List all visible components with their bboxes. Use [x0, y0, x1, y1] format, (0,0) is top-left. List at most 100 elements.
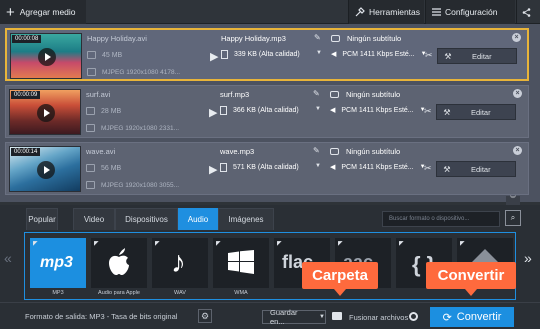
- mp3-logo-icon: mp3: [40, 254, 73, 271]
- collapse-panel-icon[interactable]: ︾: [506, 196, 520, 205]
- edit-label: Editar: [471, 164, 491, 174]
- output-size-value: 366 KB (Alta calidad): [233, 107, 299, 114]
- edit-button[interactable]: ⚒ Editar: [436, 104, 516, 120]
- scissors-icon[interactable]: ✂: [425, 50, 433, 61]
- subtitle-selector[interactable]: Ningún subtítulo: [330, 90, 400, 99]
- chevron-down-icon[interactable]: ▼: [316, 50, 322, 56]
- tab-audio[interactable]: Audio: [178, 208, 218, 230]
- windows-icon: [228, 250, 254, 274]
- subtitle-selector[interactable]: Ningún subtítulo: [330, 147, 400, 156]
- convert-button[interactable]: ⟳ Convertir: [430, 307, 514, 327]
- rename-icon[interactable]: ✎: [313, 146, 320, 155]
- add-media-button[interactable]: + Agregar medio: [0, 0, 86, 24]
- file-row[interactable]: 00:00:09 surf.avi 28 MB MJPEG 1920x1080 …: [5, 85, 529, 138]
- play-icon[interactable]: [37, 104, 55, 122]
- document-icon: [221, 50, 228, 59]
- audio-track-selector[interactable]: ◀ PCM 1411 Kbps Esté... ▼: [330, 163, 426, 172]
- play-icon[interactable]: [38, 48, 56, 66]
- duration-label: 00:00:14: [11, 148, 41, 156]
- subtitle-selector[interactable]: Ningún subtítulo: [331, 34, 401, 43]
- video-thumbnail[interactable]: 00:00:08: [10, 33, 82, 79]
- edit-icon: ⚒: [443, 164, 451, 174]
- audio-track-value: PCM 1411 Kbps Esté...: [341, 163, 414, 171]
- edit-label: Editar: [471, 107, 491, 117]
- tab-video[interactable]: Video: [73, 208, 115, 230]
- file-icon: [86, 107, 95, 115]
- video-thumbnail[interactable]: 00:00:14: [9, 146, 81, 192]
- tab-popular[interactable]: Popular: [26, 208, 58, 230]
- subtitle-value: Ningún subtítulo: [347, 34, 402, 43]
- play-icon[interactable]: [37, 161, 55, 179]
- format-wma[interactable]: ◤ WMA: [213, 238, 269, 296]
- edit-button[interactable]: ⚒ Editar: [436, 161, 516, 177]
- rename-icon[interactable]: ✎: [314, 33, 321, 42]
- plus-icon: +: [6, 3, 15, 21]
- gear-icon[interactable]: ⚙: [198, 309, 212, 323]
- source-format-value: MJPEG 1920x1080 4178...: [102, 68, 181, 76]
- carousel-left-icon[interactable]: «: [4, 250, 12, 266]
- save-to-label: Guardar en...: [270, 308, 298, 326]
- format-wav[interactable]: ◤ ♪ WAV: [152, 238, 208, 296]
- chevron-down-icon[interactable]: ▼: [315, 163, 321, 169]
- video-thumbnail[interactable]: 00:00:09: [9, 89, 81, 135]
- edit-label: Editar: [472, 51, 492, 61]
- share-button[interactable]: [516, 0, 540, 24]
- tools-label: Herramientas: [369, 7, 421, 17]
- source-filename: wave.avi: [86, 147, 116, 156]
- output-size-selector[interactable]: 339 KB (Alta calidad): [221, 50, 300, 59]
- tools-icon: [355, 7, 365, 17]
- convert-icon: ⟳: [442, 311, 452, 324]
- output-size-value: 571 KB (Alta calidad): [233, 164, 299, 171]
- file-row[interactable]: 00:00:14 wave.avi 56 MB MJPEG 1920x1080 …: [5, 142, 529, 195]
- format-search-input[interactable]: Buscar formato o dispositivo...: [382, 211, 500, 227]
- format-tabs: Popular Video Dispositivos Audio Imágene…: [0, 205, 540, 230]
- source-size-value: 45 MB: [102, 51, 123, 59]
- output-size-selector[interactable]: 571 KB (Alta calidad): [220, 163, 299, 172]
- merge-files-toggle[interactable]: [409, 312, 418, 321]
- format-apple-audio[interactable]: ◤ Audio para Apple: [91, 238, 147, 296]
- remove-file-icon[interactable]: ×: [513, 89, 522, 98]
- source-size: 28 MB: [86, 107, 121, 115]
- folder-icon[interactable]: [332, 312, 342, 320]
- source-format-value: MJPEG 1920x1080 3055...: [101, 181, 180, 189]
- subtitle-icon: [331, 35, 340, 42]
- rename-icon[interactable]: ✎: [313, 89, 320, 98]
- format-label: Audio para Apple: [98, 290, 140, 296]
- scissors-icon[interactable]: ✂: [424, 106, 432, 117]
- folder-callout: Carpeta: [302, 262, 378, 296]
- output-size-selector[interactable]: 366 KB (Alta calidad): [220, 106, 299, 115]
- corner-tick-icon: ◤: [216, 241, 221, 247]
- remove-file-icon[interactable]: ×: [512, 33, 521, 42]
- device-detect-icon[interactable]: ⌕: [505, 210, 521, 226]
- edit-button[interactable]: ⚒ Editar: [437, 48, 517, 64]
- audio-track-selector[interactable]: ◀ PCM 1411 Kbps Esté... ▼: [330, 106, 426, 115]
- subtitle-value: Ningún subtítulo: [346, 90, 401, 99]
- convert-label: Convertir: [456, 311, 502, 323]
- source-filename: Happy Holiday.avi: [87, 34, 147, 43]
- file-icon: [86, 164, 95, 172]
- audio-track-selector[interactable]: ◀ PCM 1411 Kbps Esté... ▼: [331, 50, 427, 59]
- corner-tick-icon: ◤: [94, 241, 99, 247]
- edit-icon: ⚒: [443, 107, 451, 117]
- tab-devices[interactable]: Dispositivos: [115, 208, 178, 230]
- output-format-label: Formato de salida: MP3 - Tasa de bits or…: [25, 312, 178, 321]
- subtitle-icon: [330, 91, 339, 98]
- carousel-right-icon[interactable]: »: [524, 250, 532, 266]
- remove-file-icon[interactable]: ×: [513, 146, 522, 155]
- source-format: MJPEG 1920x1080 3055...: [86, 181, 179, 189]
- settings-label: Configuración: [445, 7, 498, 17]
- tools-button[interactable]: Herramientas: [348, 0, 424, 24]
- music-note-icon: ♪: [171, 246, 186, 279]
- tab-images[interactable]: Imágenes: [218, 208, 274, 230]
- save-to-dropdown[interactable]: Guardar en... ▼: [262, 308, 326, 326]
- source-size-value: 28 MB: [101, 107, 122, 115]
- duration-label: 00:00:08: [12, 35, 42, 43]
- source-size: 56 MB: [86, 164, 121, 172]
- scissors-icon[interactable]: ✂: [424, 163, 432, 174]
- file-icon: [87, 51, 96, 59]
- format-mp3[interactable]: ◤ mp3 MP3: [30, 238, 86, 296]
- file-row[interactable]: 00:00:08 Happy Holiday.avi 45 MB MJPEG 1…: [5, 28, 529, 81]
- chevron-down-icon[interactable]: ▼: [315, 106, 321, 112]
- settings-button[interactable]: Configuración: [425, 0, 515, 24]
- document-icon: [220, 106, 227, 115]
